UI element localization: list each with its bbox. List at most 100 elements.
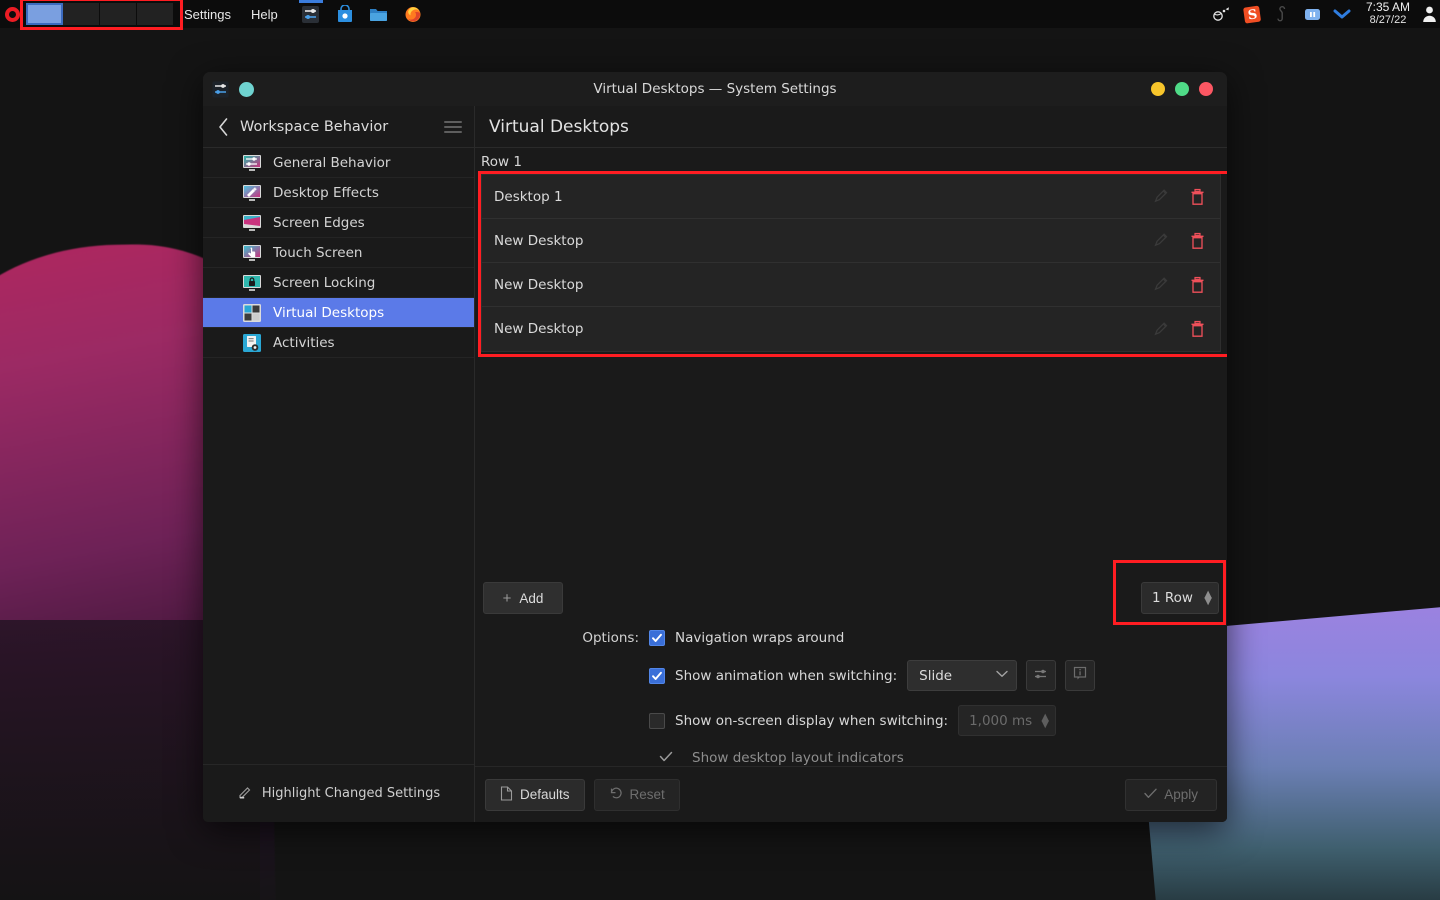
navigation-wraps-label[interactable]: Navigation wraps around — [675, 630, 844, 646]
hamburger-menu-icon[interactable] — [444, 121, 462, 133]
sidebar-item-activities[interactable]: Activities — [203, 328, 474, 358]
pager-cell-1[interactable] — [26, 3, 63, 25]
desktop-name: New Desktop — [494, 277, 583, 293]
pencil-edit-icon[interactable] — [1150, 230, 1172, 252]
trash-delete-icon[interactable] — [1186, 318, 1208, 340]
navigation-wraps-checkbox[interactable] — [649, 630, 665, 646]
window-titlebar[interactable]: Virtual Desktops — System Settings — [203, 72, 1227, 106]
sidebar-item-screen-edges[interactable]: Screen Edges — [203, 208, 474, 238]
touch-screen-icon — [242, 243, 262, 263]
highlight-changed-settings-label: Highlight Changed Settings — [262, 786, 440, 801]
pager-cell-3[interactable] — [100, 3, 137, 25]
sidebar-item-screen-locking[interactable]: Screen Locking — [203, 268, 474, 298]
screen-edges-icon — [242, 213, 262, 233]
table-row[interactable]: New Desktop — [482, 219, 1220, 263]
activities-icon — [242, 333, 262, 353]
reset-label: Reset — [630, 787, 665, 802]
row-label: Row 1 — [475, 148, 1227, 174]
table-row[interactable]: New Desktop — [482, 307, 1220, 351]
animation-info-button[interactable] — [1065, 660, 1095, 691]
software-store-icon[interactable] — [330, 0, 360, 28]
option-show-animation: Show animation when switching: Slide — [483, 660, 1219, 691]
reset-button: Reset — [594, 779, 680, 811]
table-row[interactable]: Desktop 1 — [482, 175, 1220, 219]
user-avatar-icon[interactable] — [1418, 0, 1440, 28]
pager-cells[interactable] — [26, 3, 174, 25]
titlebar-left-icons — [203, 81, 254, 98]
network-icon[interactable] — [1213, 5, 1232, 24]
show-animation-checkbox[interactable] — [649, 668, 665, 684]
add-button-label: Add — [519, 591, 543, 606]
firefox-icon[interactable] — [398, 0, 428, 28]
trash-delete-icon[interactable] — [1186, 274, 1208, 296]
sidebar-items: General Behavior Desktop Effects — [203, 148, 474, 764]
close-button[interactable] — [1199, 82, 1213, 96]
system-settings-icon[interactable] — [296, 0, 326, 28]
show-osd-checkbox[interactable] — [649, 713, 665, 729]
sidebar-item-touch-screen[interactable]: Touch Screen — [203, 238, 474, 268]
show-osd-label[interactable]: Show on-screen display when switching: — [675, 713, 948, 729]
file-manager-icon[interactable] — [364, 0, 394, 28]
panel-menu-help[interactable]: Help — [241, 0, 288, 28]
option-show-osd: Show on-screen display when switching: 1… — [483, 705, 1219, 736]
add-desktop-button[interactable]: + Add — [483, 582, 563, 614]
spinner-arrows-icon: ▲ ▼ — [1041, 714, 1049, 728]
panel-task-manager — [296, 0, 428, 28]
back-chevron-icon[interactable] — [213, 117, 233, 137]
spinner-arrows-icon[interactable]: ▲ ▼ — [1204, 591, 1212, 605]
window-footer: Defaults Reset Apply — [475, 766, 1227, 822]
sidebar-item-label: Screen Locking — [273, 275, 375, 291]
animation-config-button[interactable] — [1026, 660, 1056, 691]
system-tray: S — [1213, 5, 1362, 24]
plus-icon: + — [503, 590, 512, 607]
rows-spinner[interactable]: 1 Row ▲ ▼ — [1141, 582, 1219, 614]
animation-type-select[interactable]: Slide — [907, 660, 1017, 691]
kickoff-launcher-button[interactable] — [0, 0, 24, 28]
sidebar-item-virtual-desktops[interactable]: Virtual Desktops — [203, 298, 474, 328]
osd-duration-value: 1,000 ms — [969, 713, 1032, 729]
checkmark-icon — [659, 751, 673, 766]
screen-locking-icon — [242, 273, 262, 293]
panel-menu-settings[interactable]: Settings — [174, 0, 241, 28]
klipper-icon[interactable] — [1303, 5, 1322, 24]
show-animation-label[interactable]: Show animation when switching: — [675, 668, 897, 684]
sidebar-item-general-behavior[interactable]: General Behavior — [203, 148, 474, 178]
spinner-down-arrow[interactable]: ▼ — [1204, 598, 1212, 605]
pencil-edit-icon[interactable] — [1150, 318, 1172, 340]
status-dot-icon — [239, 82, 254, 97]
maximize-button[interactable] — [1175, 82, 1189, 96]
highlighter-pen-icon — [237, 783, 254, 804]
table-row[interactable]: New Desktop — [482, 263, 1220, 307]
defaults-document-icon — [500, 786, 513, 804]
sidebar-back-label[interactable]: Workspace Behavior — [240, 119, 388, 135]
sidebar-item-label: Touch Screen — [273, 245, 362, 261]
pencil-edit-icon[interactable] — [1150, 186, 1172, 208]
system-settings-window: Virtual Desktops — System Settings Works… — [203, 72, 1227, 822]
minimize-button[interactable] — [1151, 82, 1165, 96]
pager-cell-2[interactable] — [63, 3, 100, 25]
clipboard-icon[interactable] — [1273, 5, 1292, 24]
trash-delete-icon[interactable] — [1186, 186, 1208, 208]
sidebar-item-label: General Behavior — [273, 155, 390, 171]
digital-clock[interactable]: 7:35 AM 8/27/22 — [1362, 1, 1418, 27]
highlight-changed-settings-button[interactable]: Highlight Changed Settings — [203, 764, 474, 822]
reset-undo-icon — [609, 786, 623, 803]
kickoff-logo-icon — [5, 7, 20, 22]
pencil-edit-icon[interactable] — [1150, 274, 1172, 296]
trash-delete-icon[interactable] — [1186, 230, 1208, 252]
window-controls — [1151, 82, 1227, 96]
clock-time: 7:35 AM — [1366, 1, 1410, 14]
row-actions — [1150, 274, 1220, 296]
apply-button: Apply — [1125, 779, 1217, 811]
add-row: + Add 1 Row ▲ ▼ — [483, 576, 1219, 614]
desktop-list: Desktop 1 New Desktop — [481, 174, 1221, 352]
layout-indicators-label: Show desktop layout indicators — [692, 750, 904, 766]
sogou-input-icon[interactable]: S — [1243, 5, 1262, 24]
chevron-down-icon — [996, 670, 1008, 681]
sidebar-item-desktop-effects[interactable]: Desktop Effects — [203, 178, 474, 208]
virtual-desktop-pager[interactable] — [24, 0, 174, 28]
show-hidden-icons-chevron-icon[interactable] — [1333, 5, 1352, 24]
pager-cell-4[interactable] — [137, 3, 174, 25]
defaults-button[interactable]: Defaults — [485, 779, 585, 811]
clock-date: 8/27/22 — [1366, 14, 1410, 27]
